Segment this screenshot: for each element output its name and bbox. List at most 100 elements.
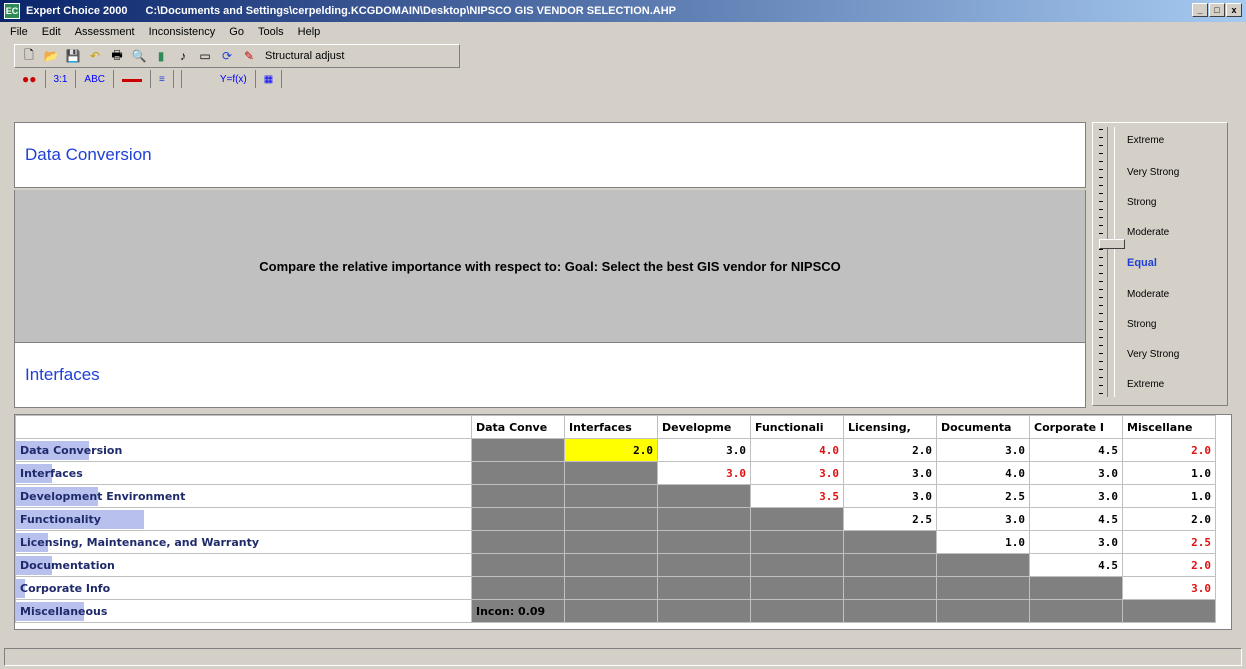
scale-slider-thumb[interactable] [1099, 239, 1125, 249]
matrix-row-label[interactable]: Miscellaneous [15, 599, 472, 623]
matrix-cell[interactable]: 2.5 [843, 507, 937, 531]
matrix-row-label[interactable]: Data Conversion [15, 438, 472, 462]
matrix-cell-disabled [564, 484, 658, 508]
menu-file[interactable]: File [8, 25, 30, 39]
tab-binoculars[interactable]: ●● [14, 70, 46, 88]
matrix-column-header[interactable]: Data Conve [471, 415, 565, 439]
matrix-cell[interactable]: 3.0 [1029, 484, 1123, 508]
matrix-cell[interactable]: 3.0 [1029, 530, 1123, 554]
music-note-icon[interactable]: ♪ [175, 48, 191, 64]
matrix-cell[interactable]: 2.0 [1122, 438, 1216, 462]
matrix-header-row: Data Conve Interfaces Developme Functionali… [15, 415, 1216, 439]
matrix-cell-disabled [936, 599, 1030, 623]
matrix-row-label[interactable]: Documentation [15, 553, 472, 577]
scale-label[interactable]: Extreme [1127, 379, 1164, 390]
calculator-icon[interactable]: ▮ [153, 48, 169, 64]
tab-questionnaire[interactable]: ≡ [151, 70, 174, 88]
matrix-cell-disabled [1029, 599, 1123, 623]
matrix-row-label[interactable]: Development Environment [15, 484, 472, 508]
scale-label[interactable]: Moderate [1127, 227, 1169, 238]
scale-label[interactable]: Very Strong [1127, 349, 1179, 360]
scale-label[interactable]: Extreme [1127, 135, 1164, 146]
matrix-cell[interactable]: 2.5 [1122, 530, 1216, 554]
matrix-cell[interactable]: 4.5 [1029, 553, 1123, 577]
matrix-cell[interactable]: 2.0 [1122, 507, 1216, 531]
scale-label-equal[interactable]: Equal [1127, 257, 1157, 269]
print-icon[interactable]: 🖶 [109, 48, 125, 64]
matrix-cell[interactable]: 2.5 [936, 484, 1030, 508]
matrix-cell[interactable]: 2.0 [843, 438, 937, 462]
menu-help[interactable]: Help [296, 25, 323, 39]
scale-tick [1099, 393, 1103, 394]
scale-label[interactable]: Strong [1127, 197, 1156, 208]
structural-adjust-button[interactable]: Structural adjust [265, 50, 344, 62]
print-preview-icon[interactable]: 🔍 [131, 48, 147, 64]
scale-label[interactable]: Strong [1127, 319, 1156, 330]
scale-tick [1099, 361, 1103, 362]
matrix-row-label[interactable]: Interfaces [15, 461, 472, 485]
matrix-cell[interactable]: 1.0 [1122, 484, 1216, 508]
scale-tick [1099, 145, 1103, 146]
matrix-column-header[interactable]: Interfaces [564, 415, 658, 439]
save-icon[interactable]: 💾 [65, 48, 81, 64]
matrix-cell[interactable]: 4.0 [936, 461, 1030, 485]
undo-icon[interactable]: ↶ [87, 48, 103, 64]
scale-label[interactable]: Moderate [1127, 289, 1169, 300]
matrix-row-label[interactable]: Functionality [15, 507, 472, 531]
matrix-column-header[interactable]: Corporate I [1029, 415, 1123, 439]
row-label-text: Miscellaneous [20, 604, 108, 618]
matrix-cell[interactable]: 3.0 [1122, 576, 1216, 600]
matrix-cell[interactable]: 2.0 [1122, 553, 1216, 577]
matrix-cell[interactable]: 3.5 [750, 484, 844, 508]
display-icon[interactable]: ▭ [197, 48, 213, 64]
scale-label[interactable]: Very Strong [1127, 167, 1179, 178]
matrix-cell[interactable]: 1.0 [1122, 461, 1216, 485]
matrix-row-label[interactable]: Corporate Info [15, 576, 472, 600]
matrix-cell-disabled [564, 507, 658, 531]
matrix-cell[interactable]: 3.0 [843, 484, 937, 508]
tab-verbal[interactable]: ABC [76, 70, 114, 88]
matrix-cell[interactable]: 3.0 [657, 461, 751, 485]
matrix-cell[interactable]: 3.0 [1029, 461, 1123, 485]
matrix-row-label[interactable]: Licensing, Maintenance, and Warranty [15, 530, 472, 554]
scale-slider-track[interactable] [1107, 127, 1115, 397]
menu-inconsistency[interactable]: Inconsistency [147, 25, 218, 39]
wand-icon[interactable]: ✎ [241, 48, 257, 64]
verbal-scale: Extreme Very Strong Strong Moderate Equa… [1092, 122, 1228, 406]
matrix-cell[interactable]: 3.0 [657, 438, 751, 462]
menu-go[interactable]: Go [227, 25, 246, 39]
matrix-cell[interactable]: 4.0 [750, 438, 844, 462]
menu-assessment[interactable]: Assessment [73, 25, 137, 39]
matrix-cell[interactable]: 3.0 [936, 507, 1030, 531]
tab-direct[interactable] [174, 70, 182, 88]
matrix-column-header[interactable]: Developme [657, 415, 751, 439]
graphical-bars-icon: ▬▬ [121, 73, 142, 85]
matrix-cell[interactable]: 4.5 [1029, 438, 1123, 462]
matrix-column-header[interactable]: Functionali [750, 415, 844, 439]
matrix-column-header[interactable]: Miscellane [1122, 415, 1216, 439]
new-file-icon[interactable]: 🗋 [21, 48, 37, 64]
minimize-button[interactable]: _ [1192, 3, 1208, 17]
scale-tick [1099, 369, 1103, 370]
tab-numerical[interactable]: 3:1 [46, 70, 77, 88]
matrix-cell[interactable]: 3.0 [843, 461, 937, 485]
open-folder-icon[interactable]: 📂 [43, 48, 59, 64]
matrix-column-header[interactable]: Licensing, [843, 415, 937, 439]
matrix-cell[interactable]: 1.0 [936, 530, 1030, 554]
matrix-cell[interactable]: 3.0 [750, 461, 844, 485]
tab-graphical[interactable]: ▬▬ [114, 70, 151, 88]
maximize-button[interactable]: □ [1209, 3, 1225, 17]
tab-function[interactable]: Y=f(x) [212, 70, 256, 88]
close-button[interactable]: x [1226, 3, 1242, 17]
grid-icon: ▦ [263, 73, 274, 85]
menu-edit[interactable]: Edit [40, 25, 63, 39]
matrix-cell[interactable]: 3.0 [936, 438, 1030, 462]
menu-tools[interactable]: Tools [256, 25, 286, 39]
matrix-cell[interactable]: 4.5 [1029, 507, 1123, 531]
matrix-corner [15, 415, 472, 439]
refresh-icon[interactable]: ⟳ [219, 48, 235, 64]
matrix-cell[interactable]: 2.0 [564, 438, 658, 462]
comparison-question: Compare the relative importance with res… [14, 190, 1086, 342]
matrix-column-header[interactable]: Documenta [936, 415, 1030, 439]
tab-grid[interactable]: ▦ [256, 70, 283, 88]
